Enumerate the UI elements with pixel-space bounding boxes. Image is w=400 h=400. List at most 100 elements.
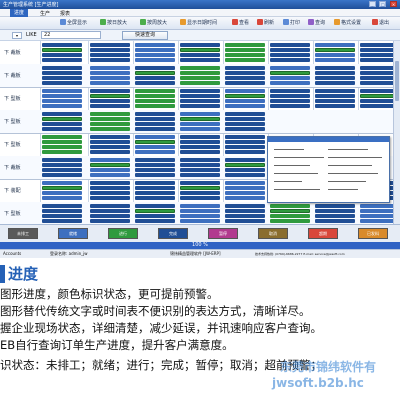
order-detail-popup[interactable] (267, 136, 390, 203)
task-bar[interactable] (315, 58, 355, 62)
task-bar[interactable] (225, 122, 265, 126)
task-bar[interactable] (42, 150, 82, 154)
task-bar[interactable] (42, 48, 82, 52)
task-bar[interactable] (270, 58, 310, 62)
task-bar[interactable] (315, 76, 355, 80)
task-bar[interactable] (225, 127, 265, 131)
task-bar[interactable] (270, 66, 310, 70)
task-bar[interactable] (42, 71, 82, 75)
task-bar[interactable] (270, 219, 310, 223)
task-bar[interactable] (180, 104, 220, 108)
task-bar[interactable] (225, 53, 265, 57)
task-bar[interactable] (315, 71, 355, 75)
task-bar[interactable] (135, 140, 175, 144)
task-bar[interactable] (135, 76, 175, 80)
task-bar[interactable] (135, 214, 175, 218)
format-settings-button[interactable]: 格式设置 (334, 19, 361, 28)
task-bar[interactable] (135, 196, 175, 200)
task-bar[interactable] (225, 158, 265, 162)
task-bar[interactable] (225, 135, 265, 139)
task-bar[interactable] (180, 145, 220, 149)
task-bar[interactable] (42, 81, 82, 85)
task-bar[interactable] (90, 140, 130, 144)
show-datetime-button[interactable]: 显示日期时间 (180, 19, 217, 28)
task-bar[interactable] (180, 173, 220, 177)
task-bar[interactable] (225, 191, 265, 195)
task-bar[interactable] (270, 81, 310, 85)
task-bar[interactable] (135, 173, 175, 177)
task-bar[interactable] (135, 43, 175, 47)
task-bar[interactable] (90, 89, 130, 93)
task-bar[interactable] (42, 66, 82, 70)
task-bar[interactable] (180, 163, 220, 167)
task-bar[interactable] (135, 191, 175, 195)
task-bar[interactable] (90, 181, 130, 185)
minimize-button[interactable]: _ (368, 1, 376, 7)
task-bar[interactable] (135, 158, 175, 162)
task-bar[interactable] (42, 112, 82, 116)
task-bar[interactable] (180, 196, 220, 200)
task-bar[interactable] (315, 104, 355, 108)
task-bar[interactable] (135, 99, 175, 103)
task-bar[interactable] (135, 204, 175, 208)
exit-button[interactable]: 退出 (372, 19, 389, 28)
task-bar[interactable] (225, 104, 265, 108)
task-bar[interactable] (180, 135, 220, 139)
task-bar[interactable] (90, 112, 130, 116)
task-bar[interactable] (270, 71, 310, 75)
task-bar[interactable] (135, 186, 175, 190)
task-bar[interactable] (225, 76, 265, 80)
task-bar[interactable] (42, 186, 82, 190)
task-bar[interactable] (225, 163, 265, 167)
task-bar[interactable] (90, 58, 130, 62)
task-bar[interactable] (90, 214, 130, 218)
task-bar[interactable] (180, 53, 220, 57)
task-bar[interactable] (135, 163, 175, 167)
task-bar[interactable] (180, 81, 220, 85)
task-bar[interactable] (270, 53, 310, 57)
task-bar[interactable] (180, 181, 220, 185)
task-bar[interactable] (135, 94, 175, 98)
task-bar[interactable] (90, 71, 130, 75)
task-bar[interactable] (315, 48, 355, 52)
task-bar[interactable] (270, 94, 310, 98)
task-bar[interactable] (180, 66, 220, 70)
task-bar[interactable] (90, 53, 130, 57)
close-button[interactable]: × (390, 1, 397, 7)
task-bar[interactable] (135, 122, 175, 126)
task-bar[interactable] (180, 158, 220, 162)
task-bar[interactable] (90, 191, 130, 195)
task-bar[interactable] (90, 81, 130, 85)
task-bar[interactable] (180, 48, 220, 52)
task-bar[interactable] (90, 104, 130, 108)
task-bar[interactable] (180, 43, 220, 47)
task-bar[interactable] (225, 150, 265, 154)
task-bar[interactable] (42, 117, 82, 121)
task-bar[interactable] (135, 168, 175, 172)
search-button[interactable]: 查询 (308, 19, 325, 28)
task-bar[interactable] (42, 168, 82, 172)
task-bar[interactable] (315, 99, 355, 103)
task-bar[interactable] (42, 53, 82, 57)
task-bar[interactable] (90, 66, 130, 70)
task-bar[interactable] (90, 135, 130, 139)
task-bar[interactable] (225, 219, 265, 223)
quick-query-button[interactable]: 快速查询 (122, 31, 168, 40)
tab-progress[interactable]: 进度 (10, 9, 29, 17)
task-bar[interactable] (225, 204, 265, 208)
task-bar[interactable] (270, 99, 310, 103)
task-bar[interactable] (180, 186, 220, 190)
task-bar[interactable] (135, 219, 175, 223)
task-bar[interactable] (42, 76, 82, 80)
task-bar[interactable] (225, 168, 265, 172)
grid-row[interactable]: 下 裁板 (0, 41, 400, 65)
task-bar[interactable] (135, 181, 175, 185)
task-bar[interactable] (180, 209, 220, 213)
task-bar[interactable] (225, 66, 265, 70)
task-bar[interactable] (42, 209, 82, 213)
task-bar[interactable] (90, 94, 130, 98)
task-bar[interactable] (42, 214, 82, 218)
task-bar[interactable] (180, 117, 220, 121)
task-bar[interactable] (90, 158, 130, 162)
task-bar[interactable] (225, 81, 265, 85)
